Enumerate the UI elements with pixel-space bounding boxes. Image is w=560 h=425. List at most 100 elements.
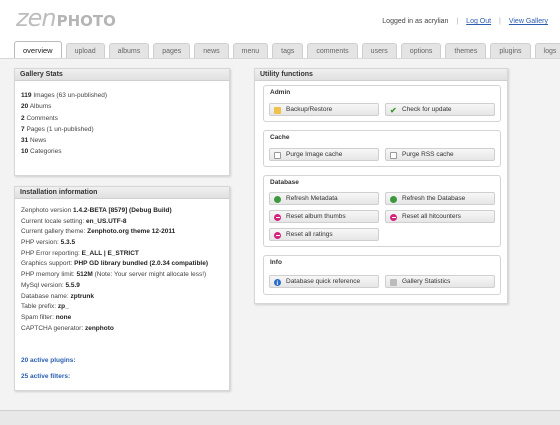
tab-users[interactable]: users: [361, 43, 397, 58]
stat-label: Pages (1 un-published): [26, 125, 94, 133]
info-value: 5.3.5: [60, 239, 76, 247]
info-value: Zenphoto.org theme 12-2011: [87, 228, 176, 236]
info-value: E_ALL | E_STRICT: [81, 249, 139, 257]
info-label: PHP version:: [21, 239, 61, 247]
info-row: PHP Error reporting: E_ALL | E_STRICT: [21, 249, 208, 260]
main-tabs: overview upload albums pages news menu t…: [14, 41, 560, 58]
separator: |: [456, 18, 459, 25]
info-label: Spam filter:: [21, 313, 56, 321]
reset-hitcounters-label: Reset all hitcounters: [402, 213, 461, 220]
gallery-statistics-button[interactable]: Gallery Statistics: [385, 275, 495, 288]
info-row: Current locale setting: en_US.UTF-8: [21, 217, 208, 228]
logged-in-text: Logged in as acrylian: [382, 18, 449, 25]
reset-album-thumbs-label: Reset album thumbs: [286, 213, 346, 220]
info-row: PHP version: 5.3.5: [21, 238, 208, 249]
view-gallery-link[interactable]: View Gallery: [509, 18, 548, 25]
tab-news[interactable]: news: [194, 43, 229, 58]
gallery-statistics-label: Gallery Statistics: [402, 278, 451, 285]
stat-label: Images (63 un-published): [33, 92, 108, 99]
gallery-stats-box: Gallery Stats 119 Images (63 un-publishe…: [14, 68, 230, 176]
purge-rss-cache-button[interactable]: Purge RSS cache: [385, 148, 495, 161]
info-label: CAPTCHA generator:: [21, 324, 85, 332]
info-value: 5.5.9: [65, 281, 80, 289]
stat-label: Comments: [26, 114, 58, 122]
tab-albums[interactable]: albums: [108, 43, 150, 58]
statistics-icon: [390, 279, 397, 286]
info-value: en_US.UTF-8: [86, 217, 127, 225]
stat-row: 10 Categories: [21, 146, 107, 157]
check-update-button[interactable]: ✔ Check for update: [385, 103, 495, 116]
tab-tags[interactable]: tags: [272, 43, 304, 58]
info-value: 512M: [76, 271, 93, 279]
tab-comments[interactable]: comments: [307, 43, 358, 58]
stat-row: 7 Pages (1 un-published): [21, 124, 107, 135]
stat-number: 31: [21, 137, 29, 145]
stat-number: 7: [21, 125, 25, 133]
installation-info-box: Installation information Zenphoto versio…: [14, 186, 230, 391]
purge-image-cache-button[interactable]: Purge Image cache: [269, 148, 379, 161]
tab-themes[interactable]: themes: [445, 43, 487, 58]
logo-zen: zen: [16, 4, 57, 32]
reset-hitcounters-button[interactable]: Reset all hitcounters: [385, 210, 495, 223]
info-value: zenphoto: [84, 324, 114, 332]
refresh-icon: [274, 196, 281, 203]
purge-rss-cache-label: Purge RSS cache: [402, 151, 454, 158]
gallery-stats-title: Gallery Stats: [15, 69, 229, 81]
info-row: Current gallery theme: Zenphoto.org them…: [21, 227, 208, 238]
tab-pages[interactable]: pages: [153, 43, 191, 58]
refresh-database-label: Refresh the Database: [402, 195, 466, 202]
tab-upload[interactable]: upload: [65, 43, 105, 58]
gallery-stats-list: 119 Images (63 un-published) 20 Albums 2…: [21, 90, 107, 158]
info-label: PHP Error reporting:: [21, 249, 82, 257]
tab-plugins[interactable]: plugins: [490, 43, 531, 58]
info-value: 1.4.2-BETA [8579] (Debug Build): [73, 207, 172, 214]
check-update-label: Check for update: [402, 106, 452, 113]
database-group: Database Refresh Metadata Refresh the Da…: [263, 175, 501, 247]
stat-number: 119: [21, 92, 32, 99]
page-icon: [274, 152, 281, 159]
header: zenPHOTO Logged in as acrylian | Log Out…: [0, 0, 560, 40]
stat-label: Albums: [29, 103, 52, 111]
admin-group: Admin Backup/Restore ✔ Check for update: [263, 85, 501, 122]
refresh-metadata-button[interactable]: Refresh Metadata: [269, 192, 379, 205]
backup-restore-label: Backup/Restore: [286, 106, 333, 113]
minus-circle-icon: [390, 214, 397, 221]
info-group-title: Info: [270, 259, 282, 266]
cache-group: Cache Purge Image cache Purge RSS cache: [263, 130, 501, 167]
tab-options[interactable]: options: [400, 43, 442, 58]
logo-photo: PHOTO: [56, 12, 116, 30]
info-value: zptrunk: [70, 292, 94, 300]
stat-number: 2: [21, 114, 25, 122]
backup-restore-button[interactable]: Backup/Restore: [269, 103, 379, 116]
tab-overview[interactable]: overview: [14, 41, 62, 58]
info-row: Table prefix: zp_: [21, 302, 208, 313]
database-reference-button[interactable]: Database quick reference: [269, 275, 379, 290]
purge-image-cache-label: Purge Image cache: [286, 151, 343, 158]
info-label: MySql version:: [21, 281, 66, 289]
info-label: Database name:: [21, 292, 71, 300]
info-row: Database name: zptrunk: [21, 292, 208, 303]
refresh-database-button[interactable]: Refresh the Database: [385, 192, 495, 205]
reset-ratings-button[interactable]: Reset all ratings: [269, 228, 379, 241]
refresh-metadata-label: Refresh Metadata: [286, 195, 338, 202]
info-value: PHP GD library bundled (2.0.34 compatibl…: [74, 260, 208, 268]
info-label: Zenphoto version: [21, 207, 74, 214]
stat-number: 10: [21, 148, 29, 156]
refresh-icon: [390, 196, 397, 203]
info-note: (Note: Your server might allocate less!): [92, 271, 207, 279]
active-filters-link[interactable]: 25 active filters:: [21, 373, 70, 380]
zenphoto-logo[interactable]: zenPHOTO: [16, 4, 116, 32]
tab-menu[interactable]: menu: [232, 43, 269, 58]
info-row: Graphics support: PHP GD library bundled…: [21, 259, 208, 270]
logout-link[interactable]: Log Out: [466, 18, 491, 25]
info-group: Info Database quick reference Gallery St…: [263, 255, 501, 295]
info-value: none: [55, 313, 72, 321]
info-row: MySql version: 5.5.9: [21, 281, 208, 292]
footer: [0, 410, 560, 425]
folder-icon: [274, 107, 281, 114]
installation-info-list: Zenphoto version 1.4.2-BETA [8579] (Debu…: [21, 206, 208, 334]
info-label: Current gallery theme:: [21, 228, 88, 236]
active-plugins-link[interactable]: 20 active plugins:: [21, 357, 76, 364]
reset-album-thumbs-button[interactable]: Reset album thumbs: [269, 210, 379, 223]
tab-logs[interactable]: logs: [534, 43, 560, 58]
